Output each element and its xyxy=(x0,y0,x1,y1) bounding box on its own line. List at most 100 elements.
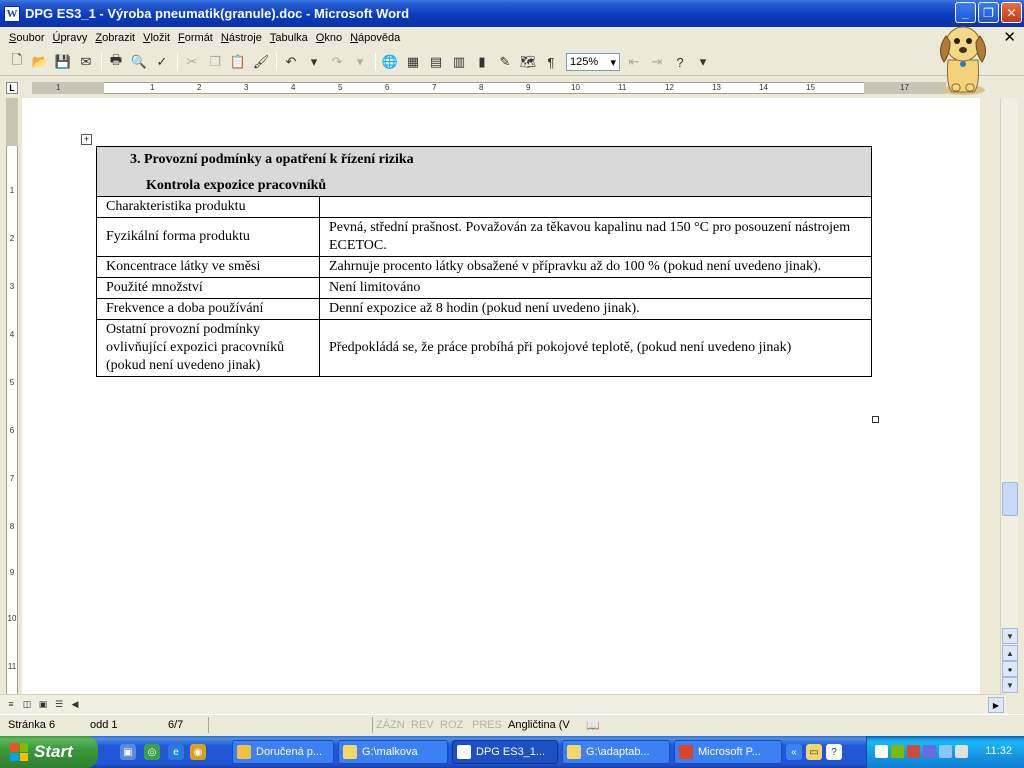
start-button[interactable]: Start xyxy=(0,736,98,768)
print-preview-icon[interactable]: 🔍 xyxy=(128,51,150,73)
clock[interactable]: 11:32 xyxy=(985,745,1012,757)
pilcrow-icon[interactable]: ¶ xyxy=(540,51,562,73)
table-cell-value[interactable]: Denní expozice až 8 hodin (pokud není uv… xyxy=(319,298,872,320)
quicklaunch-outlook-icon[interactable]: ◎ xyxy=(144,744,160,760)
table-cell-label[interactable]: Ostatní provozní podmínky ovlivňující ex… xyxy=(96,319,320,377)
office-assistant-dog-icon[interactable] xyxy=(932,14,994,98)
menu-upravy[interactable]: Úpravy xyxy=(52,32,87,44)
taskbar-item-inbox[interactable]: Doručená p... xyxy=(232,740,334,764)
print-layout-icon[interactable]: ▣ xyxy=(36,697,50,711)
horizontal-scrollbar[interactable]: ≡ ◫ ▣ ☰ ◀ ▶ xyxy=(0,694,1006,714)
web-layout-icon[interactable]: ◫ xyxy=(20,697,34,711)
redo-dropdown-icon[interactable]: ▾ xyxy=(349,51,371,73)
safely-remove-tray-icon[interactable] xyxy=(955,745,968,758)
display-tray-icon[interactable] xyxy=(923,745,936,758)
menu-nastroje[interactable]: Nástroje xyxy=(221,32,262,44)
scroll-down-icon[interactable]: ▼ xyxy=(1002,628,1018,644)
word-app-icon[interactable]: W xyxy=(4,5,20,22)
taskbar-item-folder-adaptab[interactable]: G:\adaptab... xyxy=(562,740,670,764)
document-map-icon[interactable]: 🗺 xyxy=(517,51,539,73)
quicklaunch-media-icon[interactable]: ◉ xyxy=(190,744,206,760)
taskbar-more-icon[interactable]: « xyxy=(786,744,802,760)
menu-napoveda[interactable]: Nápověda xyxy=(350,32,400,44)
tables-borders-icon[interactable]: ▦ xyxy=(402,51,424,73)
table-cell-value[interactable]: Není limitováno xyxy=(319,277,872,299)
paste-icon[interactable]: 📋 xyxy=(227,51,249,73)
table-cell-value[interactable]: Pevná, střední prašnost. Považován za tě… xyxy=(319,217,872,257)
status-ext[interactable]: ROZ xyxy=(440,719,463,731)
copy-icon[interactable]: ❐ xyxy=(204,51,226,73)
taskbar-help-icon[interactable]: ? xyxy=(826,744,842,760)
spelling-icon[interactable]: ✓ xyxy=(151,51,173,73)
taskbar-item-powerpoint[interactable]: Microsoft P... xyxy=(674,740,782,764)
cut-icon[interactable]: ✂ xyxy=(181,51,203,73)
quicklaunch-ie-icon[interactable]: e xyxy=(168,744,184,760)
table-cell-value[interactable]: Zahrnuje procento látky obsažené v přípr… xyxy=(319,256,872,278)
menu-soubor[interactable]: Soubor xyxy=(9,32,44,44)
menu-vlozit[interactable]: Vložit xyxy=(143,32,170,44)
toolbar-options-icon[interactable]: ▾ xyxy=(692,51,714,73)
drawing-icon[interactable]: ✎ xyxy=(494,51,516,73)
new-document-icon[interactable]: 🗋 xyxy=(6,51,28,73)
permission-icon[interactable]: ✉ xyxy=(75,51,97,73)
menu-okno[interactable]: Okno xyxy=(316,32,342,44)
scroll-left-icon[interactable]: ◀ xyxy=(68,697,82,711)
outline-view-icon[interactable]: ☰ xyxy=(52,697,66,711)
table-cell-label[interactable]: Fyzikální forma produktu xyxy=(96,217,320,257)
menu-zobrazit[interactable]: Zobrazit xyxy=(95,32,135,44)
table-header-cell[interactable]: 3. Provozní podmínky a opatření k řízení… xyxy=(96,146,872,197)
table-cell-label[interactable]: Použité množství xyxy=(96,277,320,299)
table-cell-label[interactable]: Koncentrace látky ve směsi xyxy=(96,256,320,278)
volume-tray-icon[interactable] xyxy=(939,745,952,758)
mail-tray-icon[interactable] xyxy=(875,745,888,758)
close-button[interactable]: ✕ xyxy=(1001,2,1022,23)
redo-icon[interactable]: ↷ xyxy=(326,51,348,73)
table-cell-value[interactable]: Předpokládá se, že práce probíhá při pok… xyxy=(319,319,872,377)
status-trk[interactable]: REV xyxy=(411,719,434,731)
save-icon[interactable]: 💾 xyxy=(52,51,74,73)
table-cell-label[interactable]: Charakteristika produktu xyxy=(96,196,320,218)
browse-object-icon[interactable]: ● xyxy=(1002,661,1018,677)
document-page[interactable]: + 3. Provozní podmínky a opatření k říze… xyxy=(22,98,980,694)
undo-dropdown-icon[interactable]: ▾ xyxy=(303,51,325,73)
status-section[interactable]: odd 1 xyxy=(90,719,118,731)
menu-tabulka[interactable]: Tabulka xyxy=(270,32,308,44)
print-icon[interactable]: 🖶 xyxy=(105,51,127,73)
insert-excel-icon[interactable]: ▥ xyxy=(448,51,470,73)
spelling-status-icon[interactable]: 📖 xyxy=(586,719,600,732)
status-language[interactable]: Angličtina (V xyxy=(508,719,570,731)
undo-icon[interactable]: ↶ xyxy=(280,51,302,73)
table-cell-label[interactable]: Frekvence a doba používání xyxy=(96,298,320,320)
help-icon[interactable]: ? xyxy=(669,51,691,73)
quicklaunch-desktop-icon[interactable]: ▣ xyxy=(120,744,136,760)
network-tray-icon[interactable] xyxy=(891,745,904,758)
horizontal-ruler[interactable]: L 1 1 2 3 4 5 6 7 8 9 10 11 12 13 14 15 … xyxy=(0,78,1006,98)
hyperlink-icon[interactable]: 🌐 xyxy=(379,51,401,73)
taskbar-item-word-document[interactable]: DPG ES3_1... xyxy=(452,740,558,764)
open-folder-icon[interactable]: 📂 xyxy=(29,51,51,73)
antivirus-tray-icon[interactable] xyxy=(907,745,920,758)
tab-selector[interactable]: L xyxy=(6,82,18,94)
scroll-right-icon[interactable]: ▶ xyxy=(988,697,1004,713)
vertical-scrollbar[interactable]: ▼ ▲ ● ▼ xyxy=(1000,98,1018,694)
increase-indent-icon[interactable]: ⇥ xyxy=(646,51,668,73)
table-cell-value[interactable] xyxy=(319,196,872,218)
insert-table-icon[interactable]: ▤ xyxy=(425,51,447,73)
taskbar-item-folder-malkova[interactable]: G:\malkova xyxy=(338,740,448,764)
vertical-ruler[interactable]: 1 2 3 4 5 6 7 8 9 10 11 xyxy=(0,98,22,694)
table-resize-handle[interactable] xyxy=(872,416,879,423)
decrease-indent-icon[interactable]: ⇤ xyxy=(623,51,645,73)
next-page-icon[interactable]: ▼ xyxy=(1002,677,1018,693)
taskbar-folder-icon[interactable]: ▭ xyxy=(806,744,822,760)
status-ovr[interactable]: PRES xyxy=(472,719,502,731)
menu-format[interactable]: Formát xyxy=(178,32,213,44)
document-close-button[interactable]: ✕ xyxy=(1003,28,1016,46)
zoom-select[interactable]: 125% ▾ xyxy=(566,53,620,71)
format-painter-icon[interactable]: 🖌 xyxy=(250,51,272,73)
table-move-handle-icon[interactable]: + xyxy=(81,134,92,145)
vertical-scroll-thumb[interactable] xyxy=(1002,482,1018,516)
status-page[interactable]: Stránka 6 xyxy=(8,719,55,731)
status-rec[interactable]: ZÁZN xyxy=(376,719,405,731)
document-area[interactable]: + 3. Provozní podmínky a opatření k říze… xyxy=(22,98,980,694)
status-page-count[interactable]: 6/7 xyxy=(168,719,183,731)
